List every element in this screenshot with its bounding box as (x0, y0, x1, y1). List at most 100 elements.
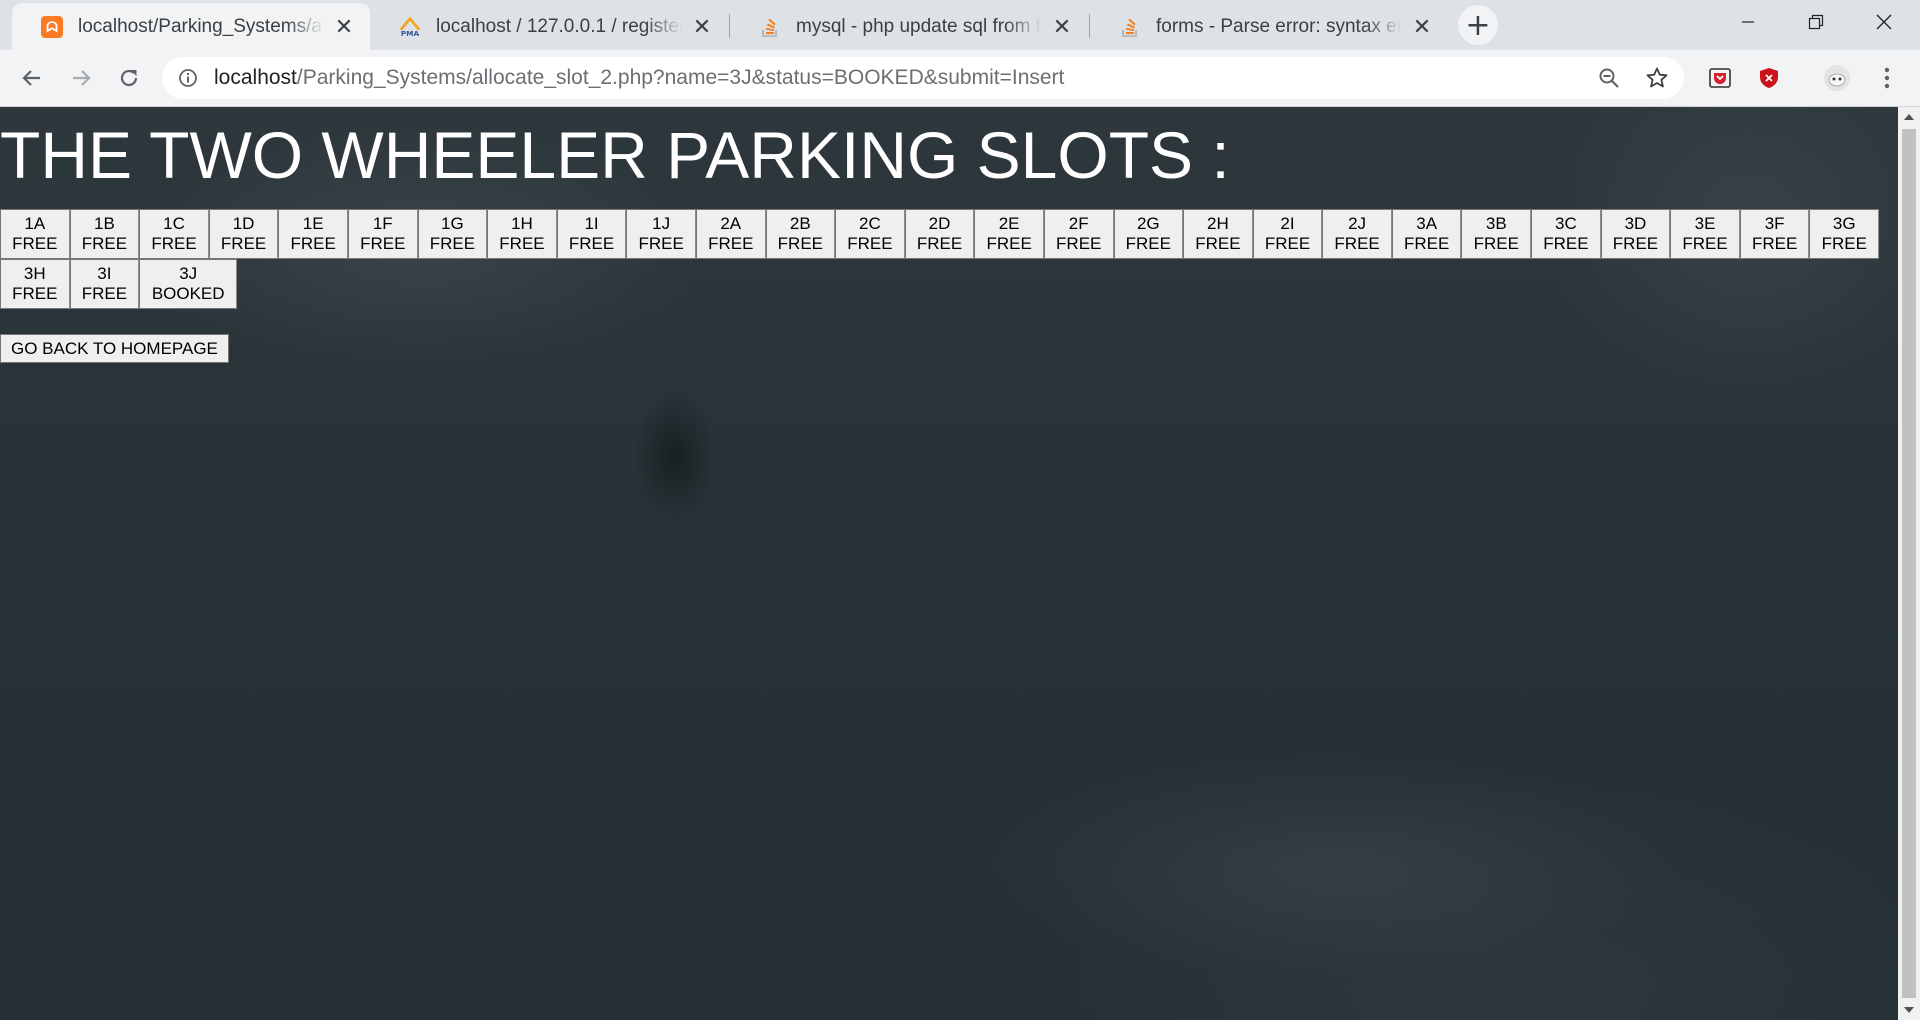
slot-name: 3C (1554, 214, 1577, 233)
slot-button-3j[interactable]: 3J BOOKED (139, 259, 238, 309)
slot-button-1i[interactable]: 1I FREE (556, 209, 627, 259)
page-heading: THE TWO WHEELER PARKING SLOTS : (0, 118, 1230, 192)
slot-button-1f[interactable]: 1F FREE (347, 209, 418, 259)
slot-name: 1C (163, 214, 185, 233)
slot-button-2a[interactable]: 2A FREE (695, 209, 766, 259)
close-icon[interactable]: ✕ (690, 14, 714, 39)
shield-extension-icon[interactable] (1750, 59, 1788, 97)
slot-status: FREE (81, 234, 128, 253)
info-icon[interactable] (176, 66, 200, 90)
slot-name: 1J (652, 214, 671, 233)
slot-name: 2C (859, 214, 881, 233)
tab-stackoverflow-1[interactable]: mysql - php update sql from form ✕ (730, 3, 1088, 50)
tab-title: localhost/Parking_Systems/allocate_slot_… (78, 15, 324, 37)
slot-button-2j[interactable]: 2J FREE (1322, 209, 1392, 259)
slot-status: FREE (1682, 234, 1728, 253)
tab-stackoverflow-2[interactable]: forms - Parse error: syntax error, unexp… (1090, 3, 1448, 50)
slot-button-2g[interactable]: 2G FREE (1113, 209, 1184, 259)
stackoverflow-icon (1118, 15, 1142, 39)
slot-button-2i[interactable]: 2I FREE (1252, 209, 1323, 259)
slot-status: FREE (1473, 234, 1519, 253)
slot-button-2c[interactable]: 2C FREE (835, 209, 905, 259)
slot-status: FREE (568, 234, 615, 253)
close-icon[interactable]: ✕ (1410, 14, 1434, 39)
forward-arrow-icon[interactable] (62, 59, 100, 97)
slot-button-3c[interactable]: 3C FREE (1531, 209, 1601, 259)
slot-name: 1G (441, 214, 464, 233)
address-bar[interactable]: localhost/Parking_Systems/allocate_slot_… (162, 57, 1684, 99)
slot-button-2f[interactable]: 2F FREE (1043, 209, 1114, 259)
slot-button-1g[interactable]: 1G FREE (417, 209, 488, 259)
slot-button-1e[interactable]: 1E FREE (278, 209, 348, 259)
slot-button-1b[interactable]: 1B FREE (69, 209, 140, 259)
vertical-scrollbar[interactable] (1898, 107, 1920, 1020)
slot-status: FREE (12, 234, 58, 253)
close-window-icon[interactable] (1850, 0, 1918, 44)
slot-name: 2D (928, 214, 951, 233)
slot-status: FREE (81, 284, 128, 303)
slot-name: 1I (584, 214, 599, 233)
scrollbar-thumb[interactable] (1902, 129, 1916, 998)
slot-name: 3B (1485, 214, 1507, 233)
minimize-icon[interactable] (1714, 0, 1782, 44)
slot-status: FREE (708, 234, 754, 253)
tab-phpmyadmin[interactable]: PMA localhost / 127.0.0.1 / register / s… (370, 3, 728, 50)
slot-name: 3H (23, 264, 46, 283)
slot-button-3i[interactable]: 3I FREE (69, 259, 140, 309)
slot-button-2e[interactable]: 2E FREE (974, 209, 1044, 259)
slot-status: FREE (986, 234, 1032, 253)
url-path: /Parking_Systems/allocate_slot_2.php?nam… (296, 66, 1065, 89)
back-arrow-icon[interactable] (13, 59, 51, 97)
slot-button-1c[interactable]: 1C FREE (139, 209, 209, 259)
profile-avatar-icon[interactable] (1818, 59, 1856, 97)
slot-button-3g[interactable]: 3G FREE (1809, 209, 1880, 259)
slot-button-2b[interactable]: 2B FREE (765, 209, 836, 259)
slot-status: FREE (290, 234, 336, 253)
slot-button-3b[interactable]: 3B FREE (1461, 209, 1532, 259)
tab-title: localhost / 127.0.0.1 / register / slots (436, 15, 682, 37)
new-tab-button[interactable]: + (1458, 5, 1498, 45)
restore-icon[interactable] (1782, 0, 1850, 44)
slot-name: 1F (372, 214, 393, 233)
slot-status: FREE (1125, 234, 1171, 253)
slot-button-1j[interactable]: 1J FREE (626, 209, 696, 259)
slot-status: FREE (1543, 234, 1589, 253)
slot-status: FREE (1195, 234, 1241, 253)
scroll-down-arrow-icon[interactable] (1898, 1000, 1920, 1020)
menu-dots-icon[interactable] (1868, 59, 1906, 97)
slot-button-3e[interactable]: 3E FREE (1670, 209, 1740, 259)
slot-button-3h[interactable]: 3H FREE (0, 259, 70, 309)
slot-status: FREE (429, 234, 476, 253)
slot-button-3f[interactable]: 3F FREE (1739, 209, 1810, 259)
slot-button-3a[interactable]: 3A FREE (1391, 209, 1462, 259)
go-back-homepage-button[interactable]: GO BACK TO HOMEPAGE (0, 334, 229, 363)
slot-button-2h[interactable]: 2H FREE (1183, 209, 1253, 259)
slot-button-1h[interactable]: 1H FREE (487, 209, 557, 259)
slot-name: 1E (302, 214, 324, 233)
slot-button-1a[interactable]: 1A FREE (0, 209, 70, 259)
slot-name: 1A (24, 214, 46, 233)
slot-status: FREE (638, 234, 684, 253)
tab-allocate-slot[interactable]: ᗣ localhost/Parking_Systems/allocate_slo… (12, 3, 370, 50)
close-icon[interactable]: ✕ (332, 14, 356, 39)
slot-status: FREE (151, 234, 197, 253)
slot-status: FREE (1404, 234, 1450, 253)
svg-text:ᗣ: ᗣ (46, 20, 58, 36)
scroll-up-arrow-icon[interactable] (1898, 107, 1920, 127)
slot-name: 3G (1832, 214, 1856, 233)
slot-button-1d[interactable]: 1D FREE (208, 209, 279, 259)
pocket-extension-icon[interactable] (1701, 59, 1739, 97)
slot-name: 2H (1207, 214, 1229, 233)
slot-status: FREE (1821, 234, 1867, 253)
slot-grid: 1A FREE 1B FREE 1C FREE 1D FREE 1E FREE 1F FREE 1G FR… (0, 209, 1880, 309)
slot-status: FREE (1334, 234, 1380, 253)
zoom-out-icon[interactable] (1590, 59, 1628, 97)
slot-button-2d[interactable]: 2D FREE (904, 209, 975, 259)
slot-name: 3I (97, 264, 112, 283)
reload-icon[interactable] (110, 59, 148, 97)
slot-button-3d[interactable]: 3D FREE (1600, 209, 1671, 259)
close-icon[interactable]: ✕ (1050, 14, 1074, 39)
bookmark-star-icon[interactable] (1638, 59, 1676, 97)
stackoverflow-icon (758, 15, 782, 39)
slot-name: 2A (720, 214, 742, 233)
